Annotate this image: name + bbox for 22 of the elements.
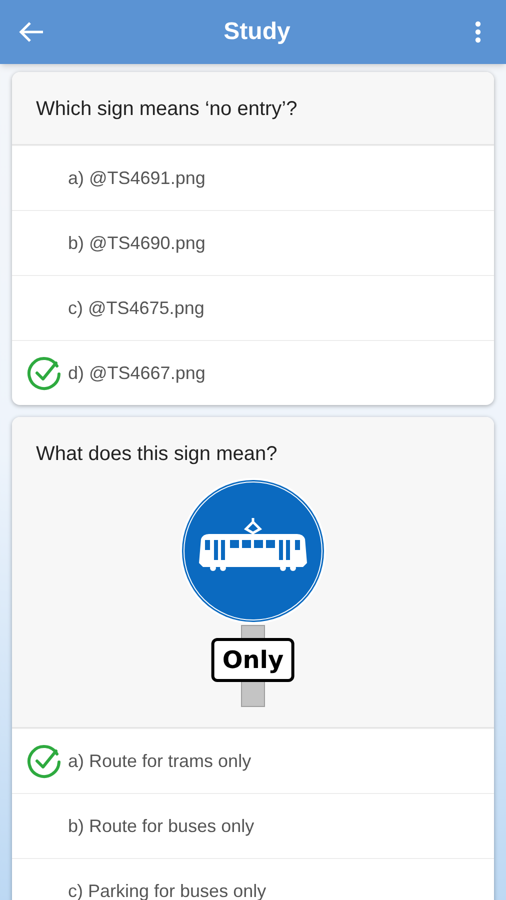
check-icon bbox=[25, 742, 63, 780]
app-title: Study bbox=[224, 17, 290, 47]
answer-option[interactable]: b) Route for buses only bbox=[12, 793, 494, 858]
answer-option[interactable]: b) @TS4690.png bbox=[12, 210, 494, 275]
answer-text: a) Route for trams only bbox=[68, 750, 252, 773]
answer-text: a) @TS4691.png bbox=[68, 166, 206, 190]
answer-option[interactable]: d) @TS4667.png bbox=[12, 340, 494, 405]
question-text: Which sign means ‘no entry’? bbox=[35, 97, 298, 122]
sign-plate: Only bbox=[211, 638, 295, 682]
answer-text: b) Route for buses only bbox=[68, 814, 254, 838]
answer-option[interactable]: c) @TS4675.png bbox=[12, 275, 494, 340]
back-arrow-icon bbox=[19, 21, 45, 43]
answer-text: c) @TS4675.png bbox=[68, 296, 204, 320]
answer-text: b) @TS4690.png bbox=[68, 232, 206, 255]
check-icon bbox=[25, 354, 63, 392]
question-text: What does this sign mean? bbox=[35, 442, 278, 467]
answer-text: d) @TS4667.png bbox=[68, 362, 206, 385]
answer-option[interactable]: c) Parking for buses only bbox=[12, 858, 494, 900]
answer-option[interactable]: a) @TS4691.png bbox=[12, 145, 494, 210]
answer-text: c) Parking for buses only bbox=[68, 880, 266, 900]
more-icon bbox=[474, 21, 481, 43]
answer-option[interactable]: a) Route for trams only bbox=[12, 728, 494, 793]
